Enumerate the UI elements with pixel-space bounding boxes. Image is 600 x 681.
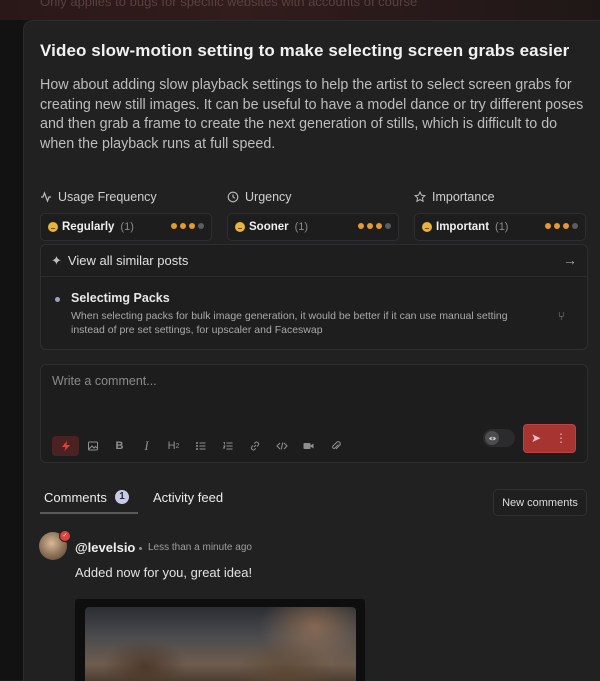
similar-post-body: When selecting packs for bulk image gene… [71, 310, 508, 336]
view-similar-posts-link[interactable]: ✦ View all similar posts → [41, 245, 587, 277]
metric-value: Regularly [62, 221, 115, 233]
formatting-toolbar: B I H2 [52, 436, 349, 456]
metric-heading: Importance [432, 190, 495, 204]
send-icon: ➤ [531, 431, 542, 445]
clock-icon [227, 191, 239, 203]
metric-value: Important [436, 221, 490, 233]
bold-icon[interactable]: B [106, 436, 133, 456]
smiley-icon [422, 222, 432, 232]
level-dot-filled [376, 223, 382, 229]
separator-dot [139, 547, 142, 550]
metric-usage-frequency: Usage Frequency Regularly (1) [40, 189, 212, 241]
link-icon[interactable] [241, 436, 268, 456]
bullet-dot [55, 297, 60, 302]
metric-count: (1) [294, 221, 309, 233]
metric-selector[interactable]: Regularly (1) [40, 213, 212, 241]
merge-icon[interactable]: ⑂ [558, 309, 565, 323]
metric-urgency: Urgency Sooner (1) [227, 189, 399, 241]
comment-input[interactable]: Write a comment... [52, 374, 157, 388]
metric-count: (1) [495, 221, 509, 233]
numbered-list-icon[interactable] [214, 436, 241, 456]
eye-icon [485, 431, 499, 445]
tab-comments[interactable]: Comments [44, 490, 107, 505]
metric-level-dots [358, 223, 391, 229]
lightning-icon[interactable] [52, 436, 79, 456]
check-badge-icon: ✓ [59, 530, 71, 542]
metric-level-dots [171, 223, 204, 229]
comment-composer[interactable]: Write a comment... B I H2 ➤ ⋮ [40, 364, 588, 463]
new-comments-button[interactable]: New comments [493, 489, 587, 516]
send-button[interactable]: ➤ ⋮ [523, 424, 576, 453]
post-card: Video slow-motion setting to make select… [23, 20, 600, 681]
smiley-icon [235, 222, 245, 232]
smiley-icon [48, 222, 58, 232]
code-icon[interactable] [268, 436, 295, 456]
active-tab-indicator [40, 512, 138, 514]
bullet-list-icon[interactable] [187, 436, 214, 456]
comment-attachment[interactable] [75, 599, 365, 681]
level-dot-filled [180, 223, 186, 229]
tab-activity-feed[interactable]: Activity feed [153, 490, 223, 505]
activity-icon [41, 191, 51, 203]
image-icon[interactable] [79, 436, 106, 456]
heading-icon[interactable]: H2 [160, 436, 187, 456]
level-dot-filled [358, 223, 364, 229]
metric-value: Sooner [249, 221, 289, 233]
comment-text: Added now for you, great idea! [75, 565, 253, 580]
level-dot-filled [545, 223, 551, 229]
attachment-image[interactable] [85, 607, 356, 681]
level-dot-empty [385, 223, 391, 229]
avatar[interactable]: ✓ [39, 530, 71, 560]
comment-username[interactable]: @levelsio [75, 540, 135, 555]
level-dot-empty [572, 223, 578, 229]
metric-heading: Urgency [245, 190, 292, 204]
post-title: Video slow-motion setting to make select… [40, 41, 570, 60]
top-banner: Only applies to bugs for specific websit… [0, 0, 600, 20]
metric-selector[interactable]: Sooner (1) [227, 213, 399, 241]
arrow-right-icon[interactable]: → [563, 252, 577, 268]
level-dot-filled [171, 223, 177, 229]
level-dot-filled [563, 223, 569, 229]
star-icon [414, 191, 426, 203]
italic-icon[interactable]: I [133, 436, 160, 456]
similar-posts-header: View all similar posts [67, 253, 189, 268]
sparkle-icon: ✦ [51, 252, 62, 268]
level-dot-empty [198, 223, 204, 229]
metric-count: (1) [120, 221, 134, 233]
left-edge [0, 20, 23, 680]
post-description: How about adding slow playback settings … [40, 77, 584, 152]
similar-post-title[interactable]: Selectimg Packs [71, 291, 170, 305]
similar-posts-panel: ✦ View all similar posts → Selectimg Pac… [40, 244, 588, 350]
level-dot-filled [189, 223, 195, 229]
top-banner-text: Only applies to bugs for specific websit… [40, 0, 418, 9]
video-icon[interactable] [295, 436, 322, 456]
comments-count-badge: 1 [115, 490, 129, 504]
attachment-icon[interactable] [322, 436, 349, 456]
more-options-icon[interactable]: ⋮ [555, 431, 567, 445]
metric-selector[interactable]: Important (1) [414, 213, 586, 241]
metric-level-dots [545, 223, 578, 229]
level-dot-filled [554, 223, 560, 229]
comment-timestamp: Less than a minute ago [148, 542, 252, 553]
metric-heading: Usage Frequency [58, 190, 157, 204]
metric-importance: Importance Important (1) [414, 189, 586, 241]
level-dot-filled [367, 223, 373, 229]
visibility-toggle[interactable] [483, 429, 515, 447]
